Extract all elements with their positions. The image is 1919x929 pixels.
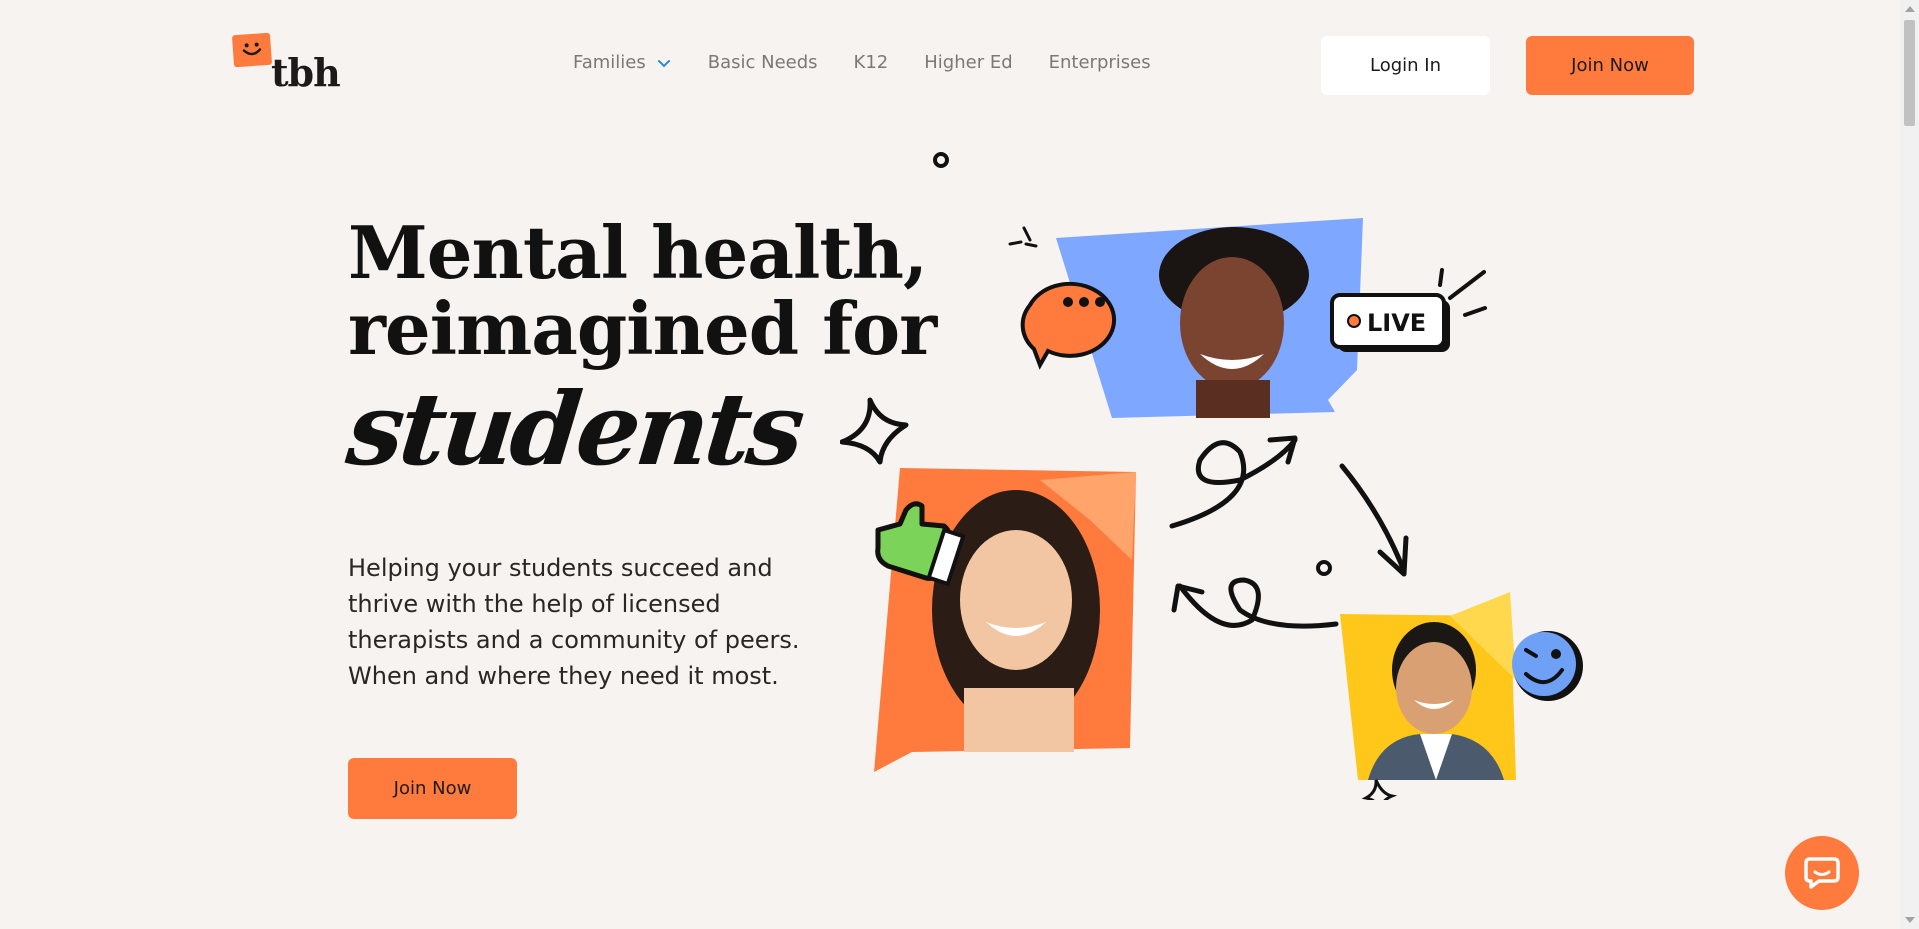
chat-widget-button[interactable] bbox=[1785, 836, 1859, 910]
sparkle-icon bbox=[1008, 226, 1038, 248]
person-card-right bbox=[1340, 592, 1516, 780]
join-now-button[interactable]: Join Now bbox=[1526, 36, 1694, 95]
ring-doodle-icon bbox=[933, 152, 949, 168]
nav-item-label: Families bbox=[573, 52, 646, 73]
scroll-up-icon[interactable] bbox=[1905, 6, 1915, 12]
nav-item-enterprises[interactable]: Enterprises bbox=[1049, 52, 1151, 73]
page: tbh Families Basic Needs K12 Higher Ed E… bbox=[0, 0, 1919, 929]
scroll-down-icon[interactable] bbox=[1905, 917, 1915, 923]
wink-face-icon bbox=[1512, 631, 1583, 701]
sparkle-icon bbox=[1361, 779, 1398, 800]
vertical-scrollbar[interactable] bbox=[1900, 0, 1919, 929]
nav-item-label: Higher Ed bbox=[924, 52, 1013, 73]
nav-item-basic-needs[interactable]: Basic Needs bbox=[708, 52, 818, 73]
hero-join-now-button[interactable]: Join Now bbox=[348, 758, 517, 819]
hero-description: Helping your students succeed and thrive… bbox=[348, 554, 800, 690]
nav-item-label: Basic Needs bbox=[707, 52, 818, 73]
smiley-bubble-icon bbox=[231, 32, 273, 68]
ring-doodle-icon bbox=[1316, 560, 1332, 576]
nav-item-k12[interactable]: K12 bbox=[854, 52, 889, 73]
star-doodle-icon bbox=[840, 397, 909, 465]
arrow-icon bbox=[1169, 435, 1409, 629]
hero-illustration: LIVE bbox=[840, 152, 1583, 800]
nav-item-label: Enterprises bbox=[1048, 52, 1151, 73]
tbh-logo[interactable]: tbh bbox=[231, 32, 343, 95]
chat-icon bbox=[1804, 857, 1840, 889]
main-nav: Families Basic Needs K12 Higher Ed Enter… bbox=[573, 52, 1151, 73]
chevron-down-icon bbox=[657, 59, 670, 67]
hero-title-script: students bbox=[341, 370, 807, 488]
nav-item-label: K12 bbox=[853, 52, 889, 73]
scroll-thumb[interactable] bbox=[1904, 20, 1915, 126]
login-button[interactable]: Login In bbox=[1321, 36, 1490, 95]
logo-text: tbh bbox=[271, 50, 341, 95]
live-badge-text: LIVE bbox=[1367, 309, 1426, 337]
nav-item-families[interactable]: Families bbox=[573, 52, 672, 73]
nav-item-higher-ed[interactable]: Higher Ed bbox=[924, 52, 1012, 73]
